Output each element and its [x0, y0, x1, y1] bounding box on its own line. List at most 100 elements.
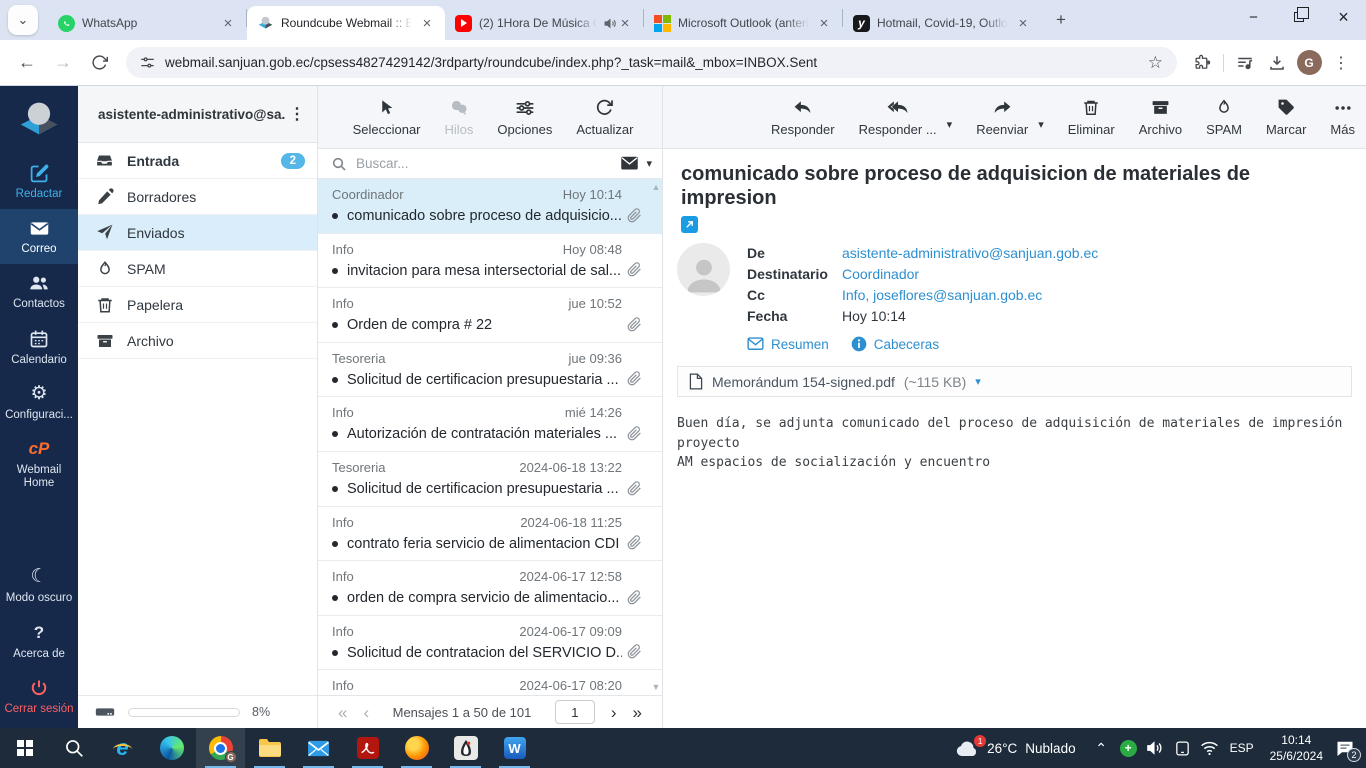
- rail-contacts[interactable]: Contactos: [0, 264, 78, 319]
- open-in-new-window-icon[interactable]: [681, 216, 698, 233]
- list-scrollbar[interactable]: ▲ ▼: [650, 179, 662, 695]
- reload-button[interactable]: [82, 46, 116, 80]
- rail-about[interactable]: ? Acerca de: [0, 614, 78, 669]
- message-row[interactable]: Info 2024-06-17 09:09 Solicitud de contra…: [318, 616, 662, 671]
- weather-widget[interactable]: 1 26°C Nublado: [943, 734, 1087, 757]
- cc-value[interactable]: Info, joseflores@sanjuan.gob.ec: [842, 287, 1042, 303]
- message-row[interactable]: Info mié 14:26 Autorización de contrataci…: [318, 397, 662, 452]
- close-icon[interactable]: ×: [816, 15, 832, 32]
- firefox-button[interactable]: [392, 728, 441, 768]
- start-button[interactable]: [0, 728, 49, 768]
- bookmark-star-icon[interactable]: ☆: [1148, 53, 1163, 73]
- rail-settings[interactable]: ⚙ Configuraci...: [0, 375, 78, 430]
- mail-app-button[interactable]: [294, 728, 343, 768]
- new-tab-button[interactable]: +: [1047, 6, 1075, 34]
- folder-sent[interactable]: Enviados: [78, 215, 317, 251]
- media-controls-icon[interactable]: [1230, 48, 1260, 78]
- folder-actions-icon[interactable]: ⋮: [285, 104, 309, 124]
- rail-mail[interactable]: Correo: [0, 209, 78, 265]
- refresh-button[interactable]: Actualizar: [576, 97, 633, 137]
- threads-button[interactable]: Hilos: [445, 97, 473, 137]
- tablet-mode-icon[interactable]: [1169, 728, 1196, 768]
- volume-icon[interactable]: [1142, 728, 1169, 768]
- close-window-button[interactable]: ×: [1321, 0, 1366, 34]
- folder-inbox[interactable]: Entrada 2: [78, 143, 317, 179]
- attachment-menu-icon[interactable]: ▾: [975, 375, 981, 388]
- acrobat-button[interactable]: [343, 728, 392, 768]
- message-row[interactable]: Info 2024-06-17 08:20: [318, 670, 662, 695]
- rail-webmail-home[interactable]: cP Webmail Home: [0, 430, 78, 498]
- search-input[interactable]: [356, 156, 612, 171]
- close-icon[interactable]: ×: [1015, 15, 1031, 32]
- folder-spam[interactable]: SPAM: [78, 251, 317, 287]
- internet-explorer-button[interactable]: e: [98, 728, 147, 768]
- tab-roundcube[interactable]: Roundcube Webmail :: Envia ×: [247, 6, 445, 40]
- tab-hotmail[interactable]: y Hotmail, Covid-19, Outlook, ×: [843, 6, 1041, 40]
- browser-menu-icon[interactable]: ⋮: [1326, 48, 1356, 78]
- next-page-button[interactable]: ›: [603, 704, 625, 721]
- forward-button[interactable]: Reenviar: [976, 97, 1028, 137]
- notification-center-button[interactable]: 2: [1336, 740, 1361, 762]
- message-row[interactable]: Info jue 10:52 Orden de compra # 22: [318, 288, 662, 343]
- prev-page-button[interactable]: ‹: [355, 704, 377, 721]
- more-button[interactable]: Más: [1330, 97, 1355, 137]
- profile-avatar[interactable]: G: [1294, 48, 1324, 78]
- url-text[interactable]: webmail.sanjuan.gob.ec/cpsess4827429142/…: [165, 55, 1138, 70]
- summary-link[interactable]: Resumen: [747, 336, 829, 352]
- options-button[interactable]: Opciones: [497, 97, 552, 137]
- language-indicator[interactable]: ESP: [1223, 741, 1261, 755]
- tab-outlook[interactable]: Microsoft Outlook (anteriorm ×: [644, 6, 842, 40]
- to-value[interactable]: Coordinador: [842, 266, 919, 282]
- word-button[interactable]: W: [490, 728, 539, 768]
- message-row[interactable]: Tesoreria jue 09:36 Solicitud de certific…: [318, 343, 662, 398]
- wifi-icon[interactable]: [1196, 728, 1223, 768]
- tab-search-button[interactable]: ⌄: [8, 5, 38, 35]
- extensions-icon[interactable]: [1187, 48, 1217, 78]
- clock[interactable]: 10:14 25/6/2024: [1261, 732, 1332, 764]
- edge-button[interactable]: [147, 728, 196, 768]
- delete-button[interactable]: Eliminar: [1068, 97, 1115, 137]
- close-icon[interactable]: ×: [419, 15, 435, 32]
- back-button[interactable]: ←: [10, 46, 44, 80]
- page-input[interactable]: [554, 700, 595, 724]
- scroll-up-icon[interactable]: ▲: [652, 182, 661, 192]
- close-icon[interactable]: ×: [617, 15, 633, 32]
- antivirus-icon[interactable]: +: [1115, 728, 1142, 768]
- attachment-bar[interactable]: Memorándum 154-signed.pdf (~115 KB) ▾: [677, 366, 1352, 397]
- from-value[interactable]: asistente-administrativo@sanjuan.gob.ec: [842, 245, 1098, 261]
- minimize-button[interactable]: −: [1231, 0, 1276, 34]
- reply-all-button[interactable]: Responder ...: [859, 97, 937, 137]
- forward-button[interactable]: →: [46, 46, 80, 80]
- select-button[interactable]: Seleccionar: [353, 97, 421, 137]
- archive-button[interactable]: Archivo: [1139, 97, 1182, 137]
- rail-logout[interactable]: Cerrar sesión: [0, 669, 78, 728]
- tab-whatsapp[interactable]: WhatsApp ×: [48, 6, 246, 40]
- folder-archive[interactable]: Archivo: [78, 323, 317, 359]
- tab-audio-icon[interactable]: [604, 17, 617, 30]
- chrome-button[interactable]: G: [196, 728, 245, 768]
- tray-chevron-up-icon[interactable]: ⌃: [1088, 728, 1115, 768]
- file-explorer-button[interactable]: [245, 728, 294, 768]
- reply-button[interactable]: Responder: [771, 97, 835, 137]
- message-row[interactable]: Coordinador Hoy 10:14 comunicado sobre pr…: [318, 179, 662, 234]
- site-settings-icon[interactable]: [140, 55, 155, 70]
- java-app-button[interactable]: [441, 728, 490, 768]
- tab-youtube[interactable]: (2) 1Hora De Música Co ×: [445, 6, 643, 40]
- scroll-down-icon[interactable]: ▼: [652, 682, 661, 692]
- address-bar[interactable]: webmail.sanjuan.gob.ec/cpsess4827429142/…: [126, 47, 1177, 78]
- folder-drafts[interactable]: Borradores: [78, 179, 317, 215]
- first-page-button[interactable]: «: [330, 704, 355, 721]
- rail-compose[interactable]: Redactar: [0, 154, 78, 209]
- forward-menu-icon[interactable]: ▾: [1038, 118, 1044, 131]
- downloads-icon[interactable]: [1262, 48, 1292, 78]
- search-scope[interactable]: ▾: [620, 156, 652, 171]
- restore-button[interactable]: [1276, 0, 1321, 34]
- spam-button[interactable]: SPAM: [1206, 97, 1242, 137]
- folder-trash[interactable]: Papelera: [78, 287, 317, 323]
- message-row[interactable]: Info 2024-06-18 11:25 contrato feria serv…: [318, 507, 662, 562]
- mark-button[interactable]: Marcar: [1266, 97, 1306, 137]
- message-row[interactable]: Tesoreria 2024-06-18 13:22 Solicitud de c…: [318, 452, 662, 507]
- rail-dark-mode[interactable]: ☾ Modo oscuro: [0, 558, 78, 613]
- headers-link[interactable]: Cabeceras: [851, 336, 939, 352]
- message-row[interactable]: Info Hoy 08:48 invitacion para mesa inter…: [318, 234, 662, 289]
